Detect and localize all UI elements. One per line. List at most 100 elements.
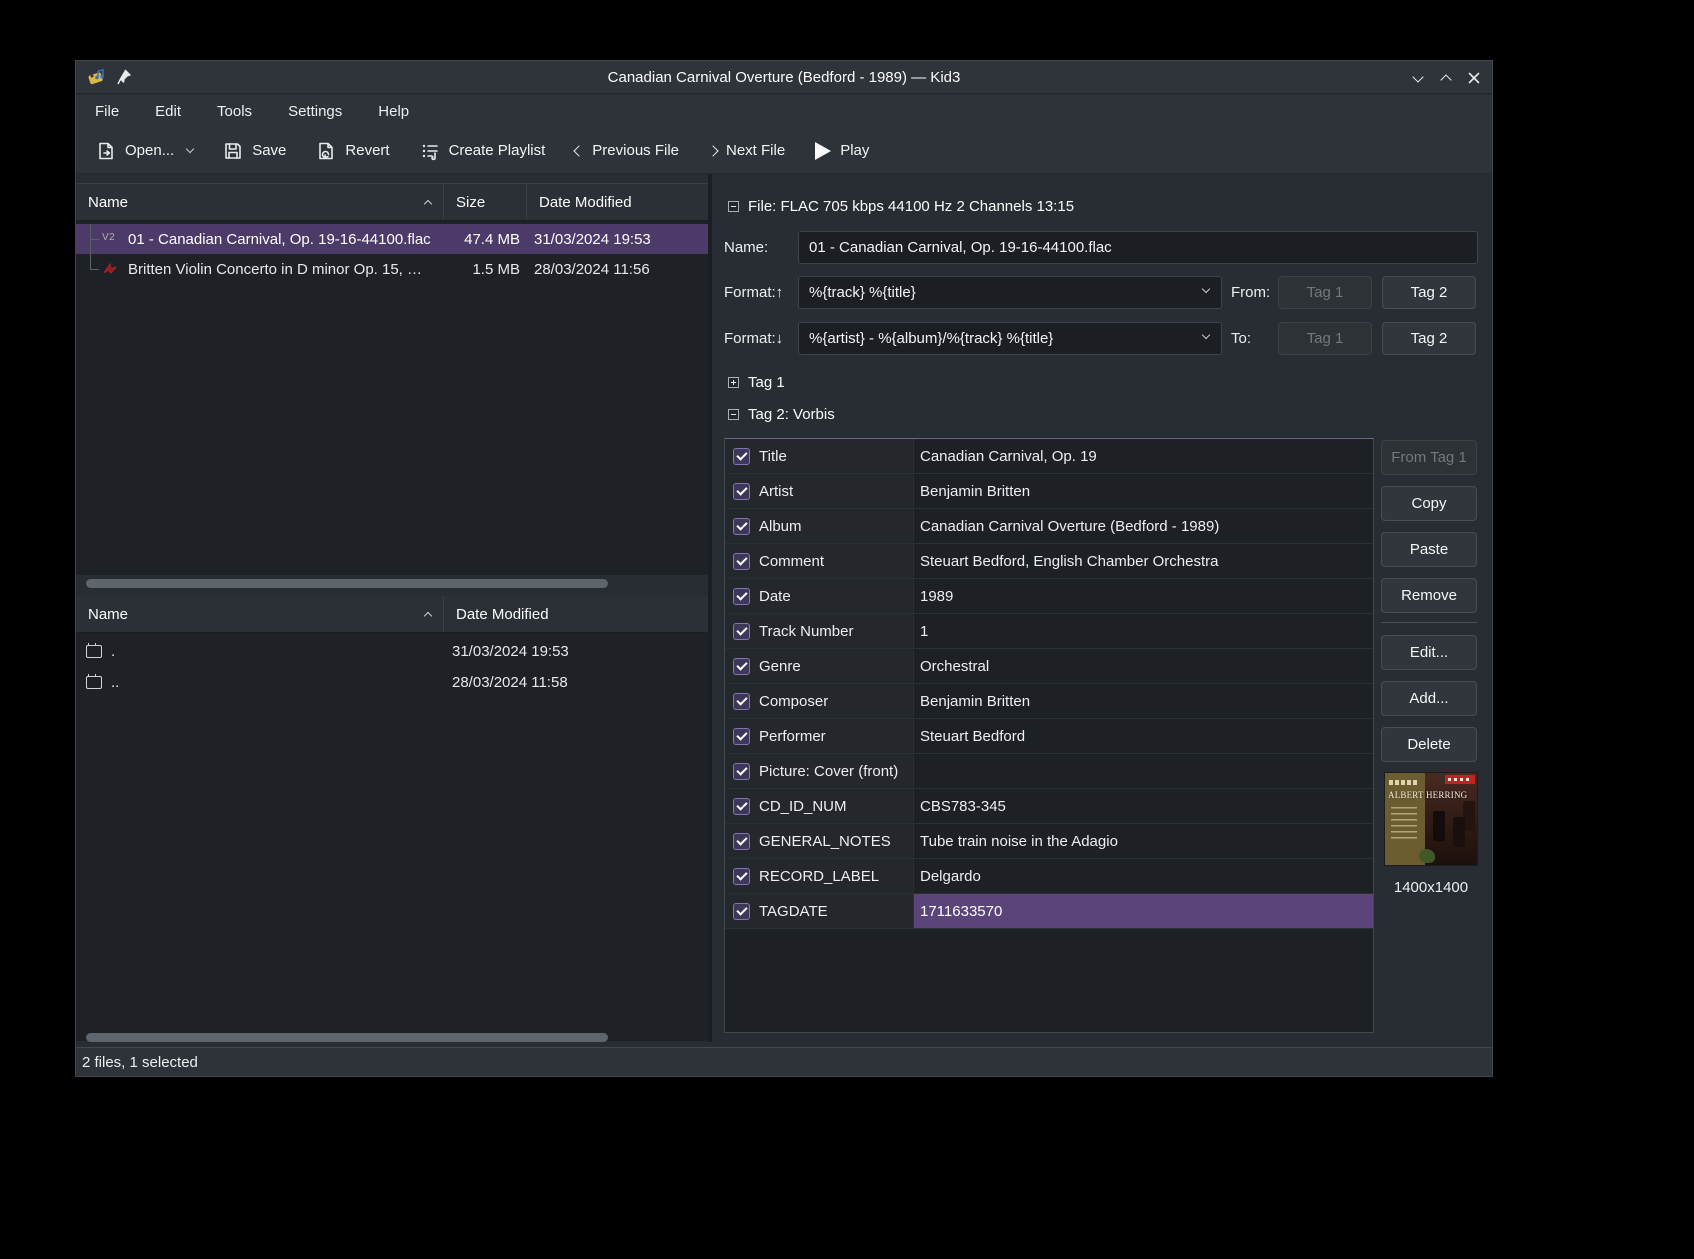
field-value[interactable]: Tube train noise in the Adagio (914, 824, 1373, 858)
open-dropdown-icon[interactable] (186, 145, 194, 153)
open-button[interactable]: Open... (96, 141, 193, 161)
tag-field-row[interactable]: Artist Benjamin Britten (725, 474, 1373, 509)
tag-field-row[interactable]: Title Canadian Carnival, Op. 19 (725, 439, 1373, 474)
menu-edit[interactable]: Edit (149, 100, 187, 123)
edit-button[interactable]: Edit... (1381, 635, 1477, 670)
field-value[interactable]: 1989 (914, 579, 1373, 613)
tag-field-row[interactable]: CD_ID_NUM CBS783-345 (725, 789, 1373, 824)
field-value[interactable]: Orchestral (914, 649, 1373, 683)
from-tag1-action-button[interactable]: From Tag 1 (1381, 440, 1477, 475)
field-value[interactable]: Steuart Bedford, English Chamber Orchest… (914, 544, 1373, 578)
tag-field-row[interactable]: GENERAL_NOTES Tube train noise in the Ad… (725, 824, 1373, 859)
tag-field-row[interactable]: Performer Steuart Bedford (725, 719, 1373, 754)
column-header-name[interactable]: Name (76, 596, 444, 632)
field-checkbox[interactable] (733, 868, 750, 885)
file-row-selected[interactable]: V2 01 - Canadian Carnival, Op. 19-16-441… (76, 224, 708, 254)
button-separator (1381, 622, 1477, 623)
from-tag2-button[interactable]: Tag 2 (1382, 276, 1476, 309)
minimize-button[interactable] (1406, 66, 1430, 90)
field-checkbox[interactable] (733, 798, 750, 815)
tag-field-row[interactable]: Comment Steuart Bedford, English Chamber… (725, 544, 1373, 579)
tag-field-row[interactable]: Album Canadian Carnival Overture (Bedfor… (725, 509, 1373, 544)
tag-field-row[interactable]: Picture: Cover (front) (725, 754, 1373, 789)
field-value[interactable]: Benjamin Britten (914, 684, 1373, 718)
field-checkbox[interactable] (733, 728, 750, 745)
field-checkbox[interactable] (733, 448, 750, 465)
album-art-thumbnail[interactable]: ALBERT HERRING (1384, 772, 1478, 866)
menu-settings[interactable]: Settings (282, 100, 348, 123)
tag-field-row[interactable]: Composer Benjamin Britten (725, 684, 1373, 719)
menu-tools[interactable]: Tools (211, 100, 258, 123)
menu-help[interactable]: Help (372, 100, 415, 123)
field-value[interactable]: Steuart Bedford (914, 719, 1373, 753)
field-checkbox[interactable] (733, 833, 750, 850)
revert-button[interactable]: Revert (316, 141, 389, 161)
field-checkbox[interactable] (733, 693, 750, 710)
filename-input[interactable]: 01 - Canadian Carnival, Op. 19-16-44100.… (798, 231, 1478, 264)
field-checkbox[interactable] (733, 903, 750, 920)
file-list-hscrollbar[interactable] (86, 579, 608, 588)
collapse-icon[interactable] (728, 201, 739, 212)
field-checkbox[interactable] (733, 763, 750, 780)
format-down-combobox[interactable]: %{artist} - %{album}/%{track} %{title} (798, 322, 1222, 355)
format-up-combobox[interactable]: %{track} %{title} (798, 276, 1222, 309)
field-checkbox[interactable] (733, 623, 750, 640)
expand-icon[interactable] (728, 377, 739, 388)
menu-file[interactable]: File (89, 100, 125, 123)
play-button[interactable]: Play (815, 142, 869, 160)
column-header-date[interactable]: Date Modified (527, 184, 708, 220)
folder-icon (86, 645, 102, 658)
field-value[interactable]: CBS783-345 (914, 789, 1373, 823)
field-checkbox[interactable] (733, 658, 750, 675)
column-header-size[interactable]: Size (444, 184, 527, 220)
close-button[interactable] (1462, 66, 1486, 90)
tag-field-row[interactable]: RECORD_LABEL Delgardo (725, 859, 1373, 894)
delete-button[interactable]: Delete (1381, 727, 1477, 762)
collapse-icon[interactable] (728, 409, 739, 420)
tag2-frame-table: Title Canadian Carnival, Op. 19 Artist B… (724, 438, 1374, 1033)
field-value[interactable]: Delgardo (914, 859, 1373, 893)
create-playlist-button[interactable]: Create Playlist (420, 141, 546, 161)
tag-field-row[interactable]: Genre Orchestral (725, 649, 1373, 684)
remove-button[interactable]: Remove (1381, 578, 1477, 613)
field-value[interactable]: Canadian Carnival, Op. 19 (914, 439, 1373, 473)
field-value[interactable]: Canadian Carnival Overture (Bedford - 19… (914, 509, 1373, 543)
field-checkbox[interactable] (733, 588, 750, 605)
to-tag2-button[interactable]: Tag 2 (1382, 322, 1476, 355)
tree-line (90, 254, 91, 269)
field-value[interactable]: Benjamin Britten (914, 474, 1373, 508)
panel-splitter[interactable] (708, 174, 712, 1042)
paste-button[interactable]: Paste (1381, 532, 1477, 567)
column-header-name[interactable]: Name (76, 184, 444, 220)
folder-row[interactable]: .. 28/03/2024 11:58 (76, 667, 708, 698)
copy-button[interactable]: Copy (1381, 486, 1477, 521)
folder-list-hscrollbar[interactable] (86, 1033, 608, 1042)
album-art-microtext (1389, 780, 1419, 785)
field-value[interactable]: 1 (914, 614, 1373, 648)
tag-field-row[interactable]: Track Number 1 (725, 614, 1373, 649)
field-value[interactable] (914, 754, 1373, 788)
tag2-header-text: Tag 2: Vorbis (748, 406, 835, 423)
field-checkbox[interactable] (733, 518, 750, 535)
tree-branch (90, 239, 99, 240)
tag1-header-text: Tag 1 (748, 374, 785, 391)
add-button[interactable]: Add... (1381, 681, 1477, 716)
maximize-button[interactable] (1434, 66, 1458, 90)
tag-field-row-selected[interactable]: TAGDATE 1711633570 (725, 894, 1373, 929)
folder-row[interactable]: . 31/03/2024 19:53 (76, 636, 708, 667)
next-file-button[interactable]: Next File (709, 142, 785, 159)
save-button[interactable]: Save (223, 141, 286, 161)
sort-ascending-icon (424, 199, 432, 207)
tag-field-row[interactable]: Date 1989 (725, 579, 1373, 614)
previous-file-button[interactable]: Previous File (575, 142, 679, 159)
to-tag1-button[interactable]: Tag 1 (1278, 322, 1372, 355)
field-checkbox[interactable] (733, 553, 750, 570)
field-value-selected[interactable]: 1711633570 (914, 894, 1373, 928)
file-row[interactable]: Britten Violin Concerto in D minor Op. 1… (76, 254, 708, 284)
field-checkbox[interactable] (733, 483, 750, 500)
titlebar[interactable]: Canadian Carnival Overture (Bedford - 19… (76, 61, 1492, 94)
from-tag1-button[interactable]: Tag 1 (1278, 276, 1372, 309)
column-header-date[interactable]: Date Modified (444, 596, 708, 632)
file-modified: 31/03/2024 19:53 (527, 231, 707, 248)
save-icon (223, 141, 243, 161)
